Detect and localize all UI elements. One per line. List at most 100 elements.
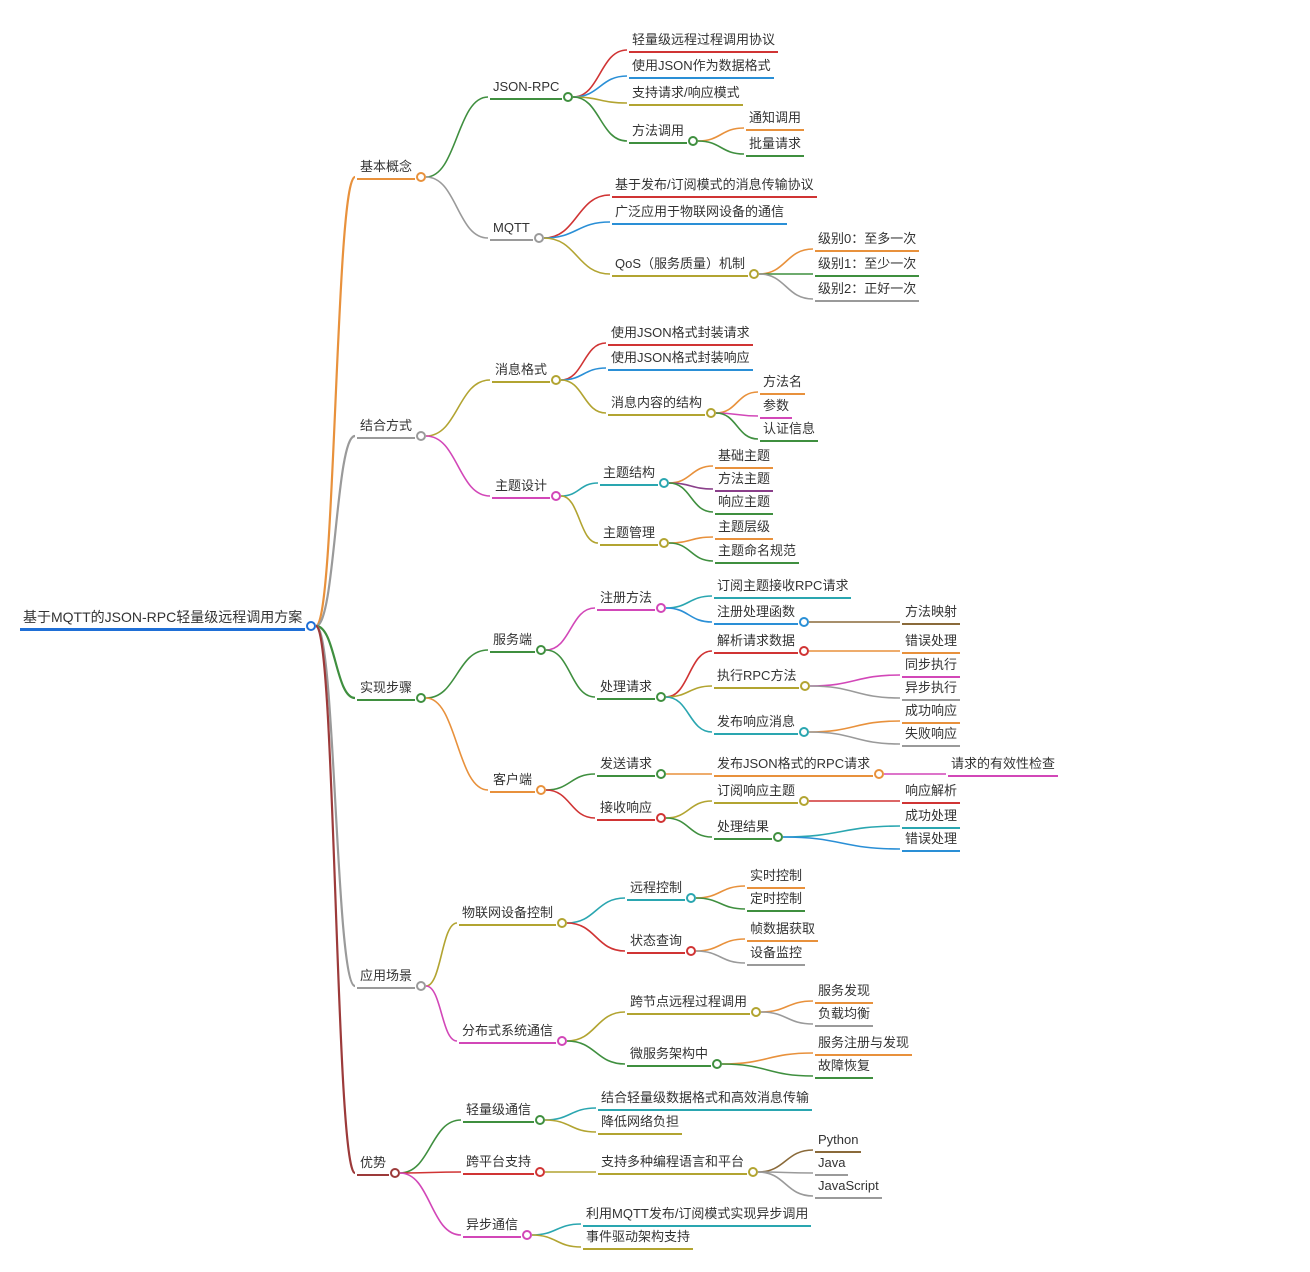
mindmap-node: 发送请求 bbox=[597, 756, 655, 777]
branch-dot-icon bbox=[656, 769, 666, 779]
mindmap-node: 请求的有效性检查 bbox=[948, 756, 1058, 777]
mindmap-node: 实时控制 bbox=[747, 868, 805, 889]
branch-dot-icon bbox=[551, 375, 561, 385]
mindmap-node: 处理请求 bbox=[597, 679, 655, 700]
mindmap-node: 基于发布/订阅模式的消息传输协议 bbox=[612, 177, 817, 198]
mindmap-node: 级别2：正好一次 bbox=[815, 281, 919, 302]
mindmap-node: 利用MQTT发布/订阅模式实现异步调用 bbox=[583, 1206, 811, 1227]
branch-dot-icon bbox=[535, 1167, 545, 1177]
mindmap-node: 方法主题 bbox=[715, 471, 773, 492]
mindmap-node: 服务端 bbox=[490, 632, 535, 653]
branch-dot-icon bbox=[686, 893, 696, 903]
mindmap-node: 批量请求 bbox=[746, 136, 804, 157]
branch-dot-icon bbox=[522, 1230, 532, 1240]
mindmap-node: 降低网络负担 bbox=[598, 1114, 682, 1135]
mindmap-node: 参数 bbox=[760, 398, 792, 419]
branch-dot-icon bbox=[416, 981, 426, 991]
branch-dot-icon bbox=[416, 431, 426, 441]
mindmap-node: 使用JSON格式封装请求 bbox=[608, 325, 753, 346]
mindmap-node: 跨节点远程过程调用 bbox=[627, 994, 750, 1015]
branch-dot-icon bbox=[536, 785, 546, 795]
mindmap-node: 结合方式 bbox=[357, 418, 415, 439]
mindmap-node: 远程控制 bbox=[627, 880, 685, 901]
branch-dot-icon bbox=[799, 796, 809, 806]
mindmap-node: 响应主题 bbox=[715, 494, 773, 515]
branch-dot-icon bbox=[706, 408, 716, 418]
mindmap-node: 跨平台支持 bbox=[463, 1154, 534, 1175]
mindmap-node: 使用JSON作为数据格式 bbox=[629, 58, 774, 79]
mindmap-node: 错误处理 bbox=[902, 831, 960, 852]
branch-dot-icon bbox=[534, 233, 544, 243]
mindmap-node: 方法调用 bbox=[629, 123, 687, 144]
mindmap-node: 订阅主题接收RPC请求 bbox=[714, 578, 851, 599]
branch-dot-icon bbox=[688, 136, 698, 146]
mindmap-node: 异步执行 bbox=[902, 680, 960, 701]
mindmap-node: 失败响应 bbox=[902, 726, 960, 747]
mindmap-node: 基于MQTT的JSON-RPC轻量级远程调用方案 bbox=[20, 608, 305, 631]
branch-dot-icon bbox=[390, 1168, 400, 1178]
mindmap-node: 优势 bbox=[357, 1155, 389, 1176]
branch-dot-icon bbox=[686, 946, 696, 956]
branch-dot-icon bbox=[551, 491, 561, 501]
mindmap-node: 帧数据获取 bbox=[747, 921, 818, 942]
mindmap-node: 主题层级 bbox=[715, 519, 773, 540]
mindmap-node: 异步通信 bbox=[463, 1217, 521, 1238]
mindmap-node: 解析请求数据 bbox=[714, 633, 798, 654]
mindmap-node: 通知调用 bbox=[746, 110, 804, 131]
mindmap-node: 成功处理 bbox=[902, 808, 960, 829]
mindmap-node: 支持请求/响应模式 bbox=[629, 85, 743, 106]
branch-dot-icon bbox=[536, 645, 546, 655]
mindmap-node: 消息格式 bbox=[492, 362, 550, 383]
branch-dot-icon bbox=[799, 646, 809, 656]
mindmap-node: 故障恢复 bbox=[815, 1058, 873, 1079]
branch-dot-icon bbox=[712, 1059, 722, 1069]
mindmap-node: 使用JSON格式封装响应 bbox=[608, 350, 753, 371]
mindmap-node: 主题命名规范 bbox=[715, 543, 799, 564]
mindmap-node: 事件驱动架构支持 bbox=[583, 1229, 693, 1250]
mindmap-node: 发布响应消息 bbox=[714, 714, 798, 735]
mindmap-node: 客户端 bbox=[490, 772, 535, 793]
mindmap-node: 执行RPC方法 bbox=[714, 668, 799, 689]
branch-dot-icon bbox=[416, 693, 426, 703]
mindmap-node: 状态查询 bbox=[627, 933, 685, 954]
branch-dot-icon bbox=[656, 813, 666, 823]
mindmap-node: 基础主题 bbox=[715, 448, 773, 469]
mindmap-node: 微服务架构中 bbox=[627, 1046, 711, 1067]
mindmap-node: 广泛应用于物联网设备的通信 bbox=[612, 204, 787, 225]
mindmap-node: 发布JSON格式的RPC请求 bbox=[714, 756, 873, 777]
mindmap-node: 认证信息 bbox=[760, 421, 818, 442]
mindmap-node: 错误处理 bbox=[902, 633, 960, 654]
mindmap-node: 分布式系统通信 bbox=[459, 1023, 556, 1044]
mindmap-node: Java bbox=[815, 1155, 848, 1176]
branch-dot-icon bbox=[751, 1007, 761, 1017]
mindmap-node: 响应解析 bbox=[902, 783, 960, 804]
mindmap-node: 轻量级通信 bbox=[463, 1102, 534, 1123]
mindmap-node: 注册处理函数 bbox=[714, 604, 798, 625]
mindmap-node: 接收响应 bbox=[597, 800, 655, 821]
branch-dot-icon bbox=[557, 918, 567, 928]
mindmap-node: 负载均衡 bbox=[815, 1006, 873, 1027]
mindmap-node: JavaScript bbox=[815, 1178, 882, 1199]
branch-dot-icon bbox=[799, 727, 809, 737]
mindmap-node: 方法名 bbox=[760, 374, 805, 395]
mindmap-node: Python bbox=[815, 1132, 861, 1153]
mindmap-node: 支持多种编程语言和平台 bbox=[598, 1154, 747, 1175]
mindmap-node: 物联网设备控制 bbox=[459, 905, 556, 926]
branch-dot-icon bbox=[535, 1115, 545, 1125]
mindmap-node: 注册方法 bbox=[597, 590, 655, 611]
mindmap-node: JSON-RPC bbox=[490, 79, 562, 100]
mindmap-node: 方法映射 bbox=[902, 604, 960, 625]
branch-dot-icon bbox=[773, 832, 783, 842]
mindmap-node: QoS（服务质量）机制 bbox=[612, 256, 748, 277]
branch-dot-icon bbox=[799, 617, 809, 627]
mindmap-node: 主题设计 bbox=[492, 478, 550, 499]
mindmap-node: 服务注册与发现 bbox=[815, 1035, 912, 1056]
mindmap-node: 定时控制 bbox=[747, 891, 805, 912]
branch-dot-icon bbox=[659, 478, 669, 488]
mindmap-node: 消息内容的结构 bbox=[608, 395, 705, 416]
mindmap-node: 结合轻量级数据格式和高效消息传输 bbox=[598, 1090, 812, 1111]
mindmap-node: 服务发现 bbox=[815, 983, 873, 1004]
mindmap-node: 主题管理 bbox=[600, 525, 658, 546]
branch-dot-icon bbox=[656, 603, 666, 613]
mindmap-node: 主题结构 bbox=[600, 465, 658, 486]
